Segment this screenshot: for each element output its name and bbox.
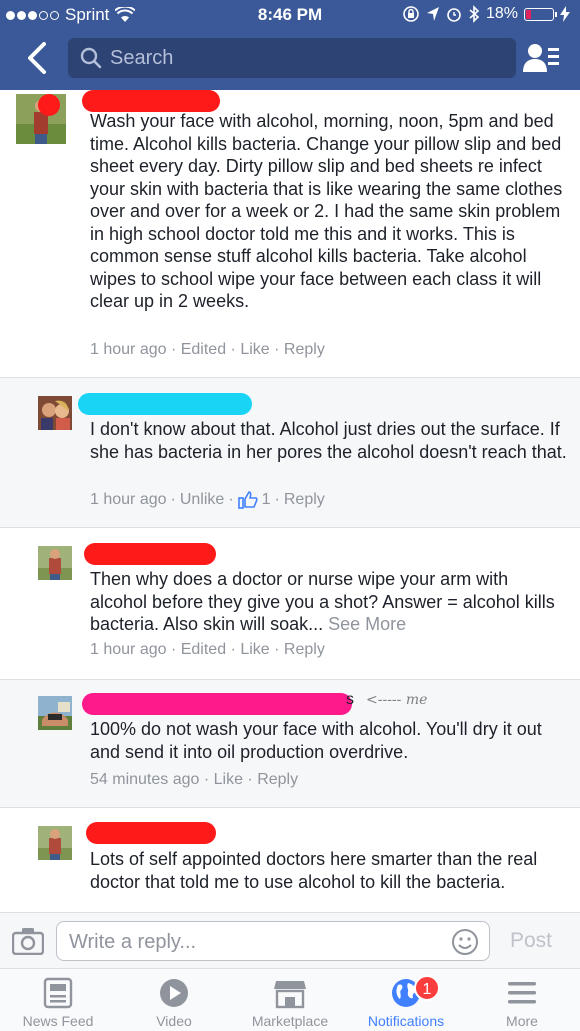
bluetooth-icon [469,5,480,23]
comment-reply: Lots of self appointed doctors here smar… [0,808,580,912]
comment: Wash your face with alcohol, morning, no… [0,90,580,378]
comment-text: 100% do not wash your face with alcohol.… [90,719,542,762]
reply-link[interactable]: Reply [284,491,325,509]
friend-requests-icon[interactable] [522,42,560,74]
avatar[interactable] [16,94,66,144]
comment-text: Then why does a doctor or nurse wipe you… [90,568,570,636]
like-link[interactable]: Like [240,641,269,658]
tab-video[interactable]: Video [116,969,232,1031]
see-more-link[interactable]: See More [328,614,406,634]
comment-body: Then why does a doctor or nurse wipe you… [90,569,555,634]
avatar[interactable] [38,696,72,730]
comment-reply: I don't know about that. Alcohol just dr… [0,378,580,528]
marketplace-icon [274,981,306,1009]
avatar[interactable] [38,826,72,860]
reply-link[interactable]: Reply [257,771,298,788]
commenter-name-redacted[interactable] [84,543,216,565]
tab-notifications[interactable]: 1 Notifications [348,969,464,1031]
comment-text: I don't know about that. Alcohol just dr… [90,419,567,462]
battery-percent: 18% [485,5,518,22]
charging-icon [560,6,570,22]
post-button[interactable]: Post [510,929,552,953]
tab-label: Marketplace [251,1013,329,1029]
like-link[interactable]: Like [240,341,269,358]
video-icon [160,979,188,1007]
tab-more[interactable]: More [464,969,580,1031]
news-feed-icon [43,977,73,1009]
edited-label[interactable]: Edited [181,641,226,658]
avatar[interactable] [38,546,72,580]
reply-link[interactable]: Reply [284,341,325,358]
tab-news-feed[interactable]: News Feed [0,969,116,1031]
comment-thread: Wash your face with alcohol, morning, no… [0,90,580,912]
unlike-link[interactable]: Unlike [180,491,224,509]
reply-placeholder: Write a reply... [69,931,197,953]
tab-label: Video [156,1013,192,1029]
reply-link[interactable]: Reply [284,641,325,658]
comment-reply: Then why does a doctor or nurse wipe you… [0,528,580,680]
alarm-icon [447,8,461,22]
emoji-icon[interactable] [451,928,479,956]
location-icon [426,7,439,21]
app-header: Sprint 8:46 PM 18% Search [0,0,580,90]
edited-label[interactable]: Edited [181,341,226,358]
like-count[interactable]: 1 [262,491,271,509]
avatar[interactable] [38,396,72,430]
comment-text: Lots of self appointed doctors here smar… [90,849,538,892]
tab-label: More [506,1013,538,1029]
reply-input[interactable]: Write a reply... [56,921,490,961]
comment-meta: 54 minutes ago · Like · Reply [90,771,299,788]
comment-reply: s <----- me 100% do not wash your face w… [0,680,580,808]
comment-text: Wash your face with alcohol, morning, no… [90,111,563,311]
commenter-name-redacted[interactable] [86,822,216,844]
status-bar: Sprint 8:46 PM 18% [0,0,580,30]
comment-meta: 1 hour ago · Unlike · 1 · Reply [90,491,325,509]
tab-label: Notifications [367,1013,445,1029]
thumbs-up-icon [237,491,258,509]
tab-marketplace[interactable]: Marketplace [232,969,348,1031]
commenter-name-redacted[interactable] [82,90,220,112]
camera-icon[interactable] [12,927,44,955]
nav-bar: Search [0,34,580,84]
commenter-name-redacted[interactable] [82,693,352,715]
comment-meta: 1 hour ago · Edited · Like · Reply [90,341,325,358]
battery-icon [524,7,557,21]
search-field[interactable]: Search [68,38,516,78]
tab-label: News Feed [22,1013,94,1029]
notification-badge: 1 [414,975,440,1001]
commenter-name-suffix[interactable]: s [346,691,354,709]
comment-time[interactable]: 54 minutes ago [90,771,199,788]
comment-time[interactable]: 1 hour ago [90,341,167,358]
menu-icon [508,982,536,1004]
status-right: 18% [402,5,570,23]
back-chevron-icon[interactable] [20,40,56,76]
commenter-name-redacted[interactable] [78,393,252,415]
comment-time[interactable]: 1 hour ago [90,491,167,509]
me-annotation: <----- me [366,692,428,708]
search-placeholder: Search [110,46,174,69]
comment-meta: 1 hour ago · Edited · Like · Reply [90,641,325,658]
bottom-tab-bar: News Feed Video Marketplace 1 Notificati… [0,968,580,1031]
comment-time[interactable]: 1 hour ago [90,641,167,658]
rotation-lock-icon [403,6,419,22]
face-redaction [38,94,60,116]
search-icon [80,47,102,69]
like-link[interactable]: Like [214,771,243,788]
reply-composer: Write a reply... Post [0,912,580,968]
